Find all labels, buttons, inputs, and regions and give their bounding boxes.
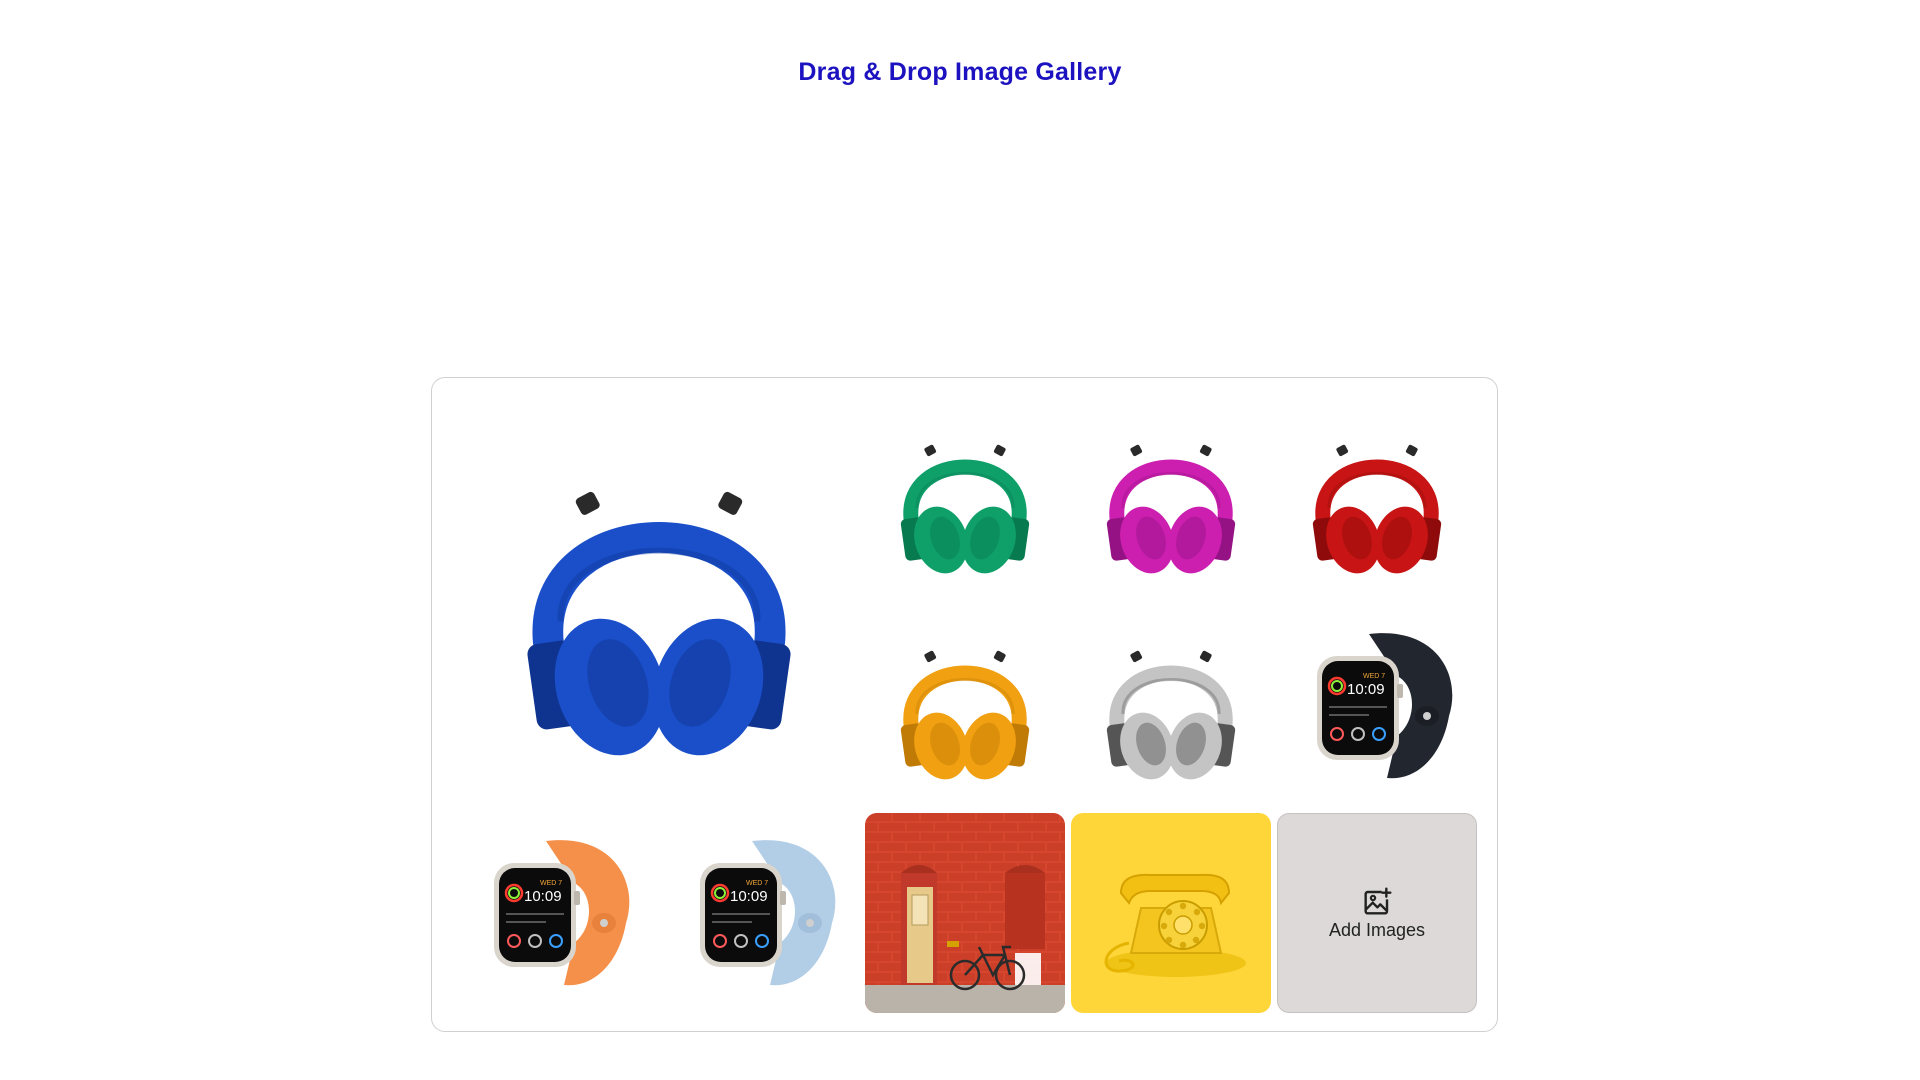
gallery-item[interactable]: WED 7 10:09 bbox=[1277, 606, 1477, 806]
svg-text:WED 7: WED 7 bbox=[540, 880, 562, 887]
add-images-button[interactable]: Add Images bbox=[1277, 813, 1477, 1013]
svg-text:10:09: 10:09 bbox=[730, 888, 768, 905]
gallery-item[interactable]: WED 7 10:09 bbox=[454, 813, 654, 1013]
headphones-image bbox=[1312, 444, 1442, 574]
headphones-image bbox=[527, 491, 791, 756]
gallery-item[interactable] bbox=[865, 606, 1065, 806]
brick-wall-photo bbox=[865, 813, 1065, 1013]
add-images-label: Add Images bbox=[1328, 919, 1426, 940]
gallery-item-featured[interactable] bbox=[454, 400, 864, 810]
page-title: Drag & Drop Image Gallery bbox=[798, 58, 1122, 86]
headphones-image bbox=[1106, 650, 1236, 780]
gallery-item[interactable] bbox=[1277, 400, 1477, 600]
svg-text:10:09: 10:09 bbox=[524, 888, 562, 905]
image-gallery-grid[interactable]: WED 7 10:09 WED 7 10:09 WED 7 10:09 Add … bbox=[431, 377, 1498, 1032]
image-plus-icon bbox=[1364, 886, 1392, 915]
smartwatch-image: WED 7 10:09 bbox=[494, 840, 630, 986]
smartwatch-image: WED 7 10:09 bbox=[1317, 633, 1453, 779]
gallery-item[interactable] bbox=[865, 813, 1065, 1013]
svg-text:WED 7: WED 7 bbox=[746, 880, 768, 887]
gallery-item[interactable] bbox=[1071, 813, 1271, 1013]
gallery-item[interactable] bbox=[865, 400, 1065, 600]
headphones-image bbox=[900, 650, 1030, 780]
smartwatch-image: WED 7 10:09 bbox=[700, 840, 836, 986]
gallery-item[interactable] bbox=[1071, 606, 1271, 806]
svg-text:10:09: 10:09 bbox=[1347, 681, 1385, 698]
headphones-image bbox=[900, 444, 1030, 574]
svg-text:WED 7: WED 7 bbox=[1363, 673, 1385, 680]
rotary-telephone-photo bbox=[1071, 813, 1271, 1013]
gallery-item[interactable]: WED 7 10:09 bbox=[660, 813, 860, 1013]
gallery-item[interactable] bbox=[1071, 400, 1271, 600]
headphones-image bbox=[1106, 444, 1236, 574]
